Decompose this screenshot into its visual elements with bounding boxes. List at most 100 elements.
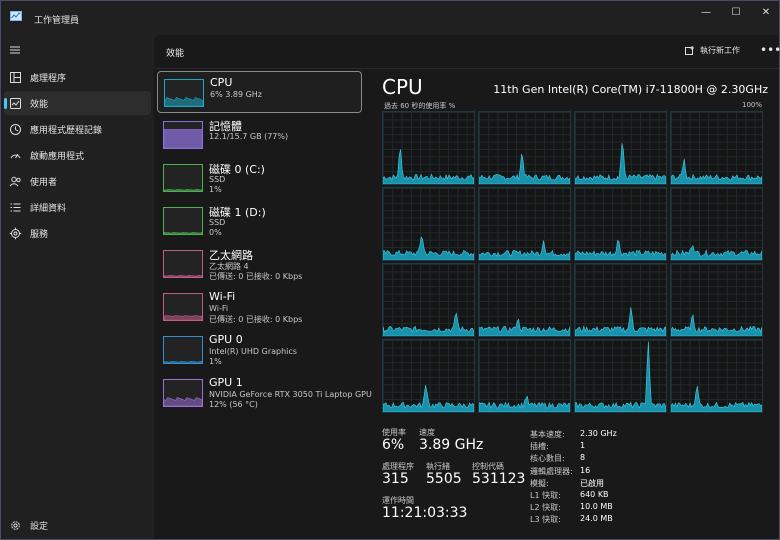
logical-processor-graph xyxy=(478,187,571,261)
window-title: 工作管理員 xyxy=(34,16,80,26)
cpu-model-name: 11th Gen Intel(R) Core(TM) i7-11800H @ 2… xyxy=(493,83,768,96)
device-thumbnail-graph xyxy=(163,121,203,149)
logical-processor-graph xyxy=(574,339,667,413)
logical-processor-graph xyxy=(670,187,763,261)
active-indicator xyxy=(4,98,7,109)
gear-icon xyxy=(11,521,20,530)
spec-label: L1 快取: xyxy=(530,491,561,500)
spec-label: 插槽: xyxy=(530,442,549,452)
uptime-value: 11:21:03:33 xyxy=(382,505,468,521)
details-icon xyxy=(10,203,21,212)
logical-processor-graph xyxy=(382,111,475,185)
logical-processor-graph xyxy=(478,339,571,413)
sidebar-item-processes[interactable]: 處理程序 xyxy=(4,65,151,89)
sidebar-item-label: 詳細資料 xyxy=(30,204,67,214)
speed-value: 3.89 GHz xyxy=(419,437,484,453)
device-detail-line: 12.1/15.7 GB (77%) xyxy=(209,132,289,141)
spec-value: 8 xyxy=(580,453,586,463)
handles-value: 531123 xyxy=(472,471,526,487)
device-detail-line: SSD xyxy=(209,175,226,184)
logical-processor-graph xyxy=(574,187,667,261)
device-detail-line: 已傳送: 0 已接收: 0 Kbps xyxy=(209,272,303,281)
spec-value: 16 xyxy=(580,465,591,475)
device-detail-line: 1% xyxy=(209,357,222,366)
spec-value: 已啟用 xyxy=(580,478,604,488)
device-detail-line: 0% xyxy=(209,228,222,237)
app-history-icon xyxy=(10,124,21,135)
sidebar-item-label: 處理程序 xyxy=(30,74,67,84)
device-thumbnail-graph xyxy=(163,293,203,321)
task-manager-icon xyxy=(10,11,22,21)
device-item[interactable]: Wi-Fi Wi-Fi 已傳送: 0 已接收: 0 Kbps xyxy=(157,286,362,328)
device-thumbnail-graph xyxy=(163,379,203,407)
minimize-button[interactable]: — xyxy=(691,1,721,23)
device-item[interactable]: CPU 6% 3.89 GHz xyxy=(157,71,362,113)
spec-label: 核心數目: xyxy=(530,454,565,464)
logical-processor-graph xyxy=(670,111,763,185)
device-name: CPU xyxy=(210,76,233,89)
performance-icon xyxy=(10,98,21,109)
spec-label: L3 快取: xyxy=(530,515,561,525)
sidebar-item-details[interactable]: 詳細資料 xyxy=(4,195,151,219)
run-new-task-label: 執行新工作 xyxy=(700,46,740,55)
device-thumbnail-graph xyxy=(163,164,203,192)
users-icon xyxy=(9,176,21,187)
graph-max-label: 100% xyxy=(741,101,762,109)
device-detail-line: 已傳送: 0 已接收: 0 Kbps xyxy=(209,315,303,324)
logical-processor-graph xyxy=(382,187,475,261)
device-item[interactable]: 磁碟 1 (D:) SSD 0% xyxy=(157,200,362,242)
sidebar-item-settings[interactable]: 設定 xyxy=(4,513,151,537)
header-divider xyxy=(154,68,779,69)
main-content: 效能 執行新工作 ••• CPU 6% 3.89 GHz 記憶體 12.1/15.7 … xyxy=(154,35,780,539)
device-thumbnail-graph xyxy=(163,336,203,364)
sidebar-item-app-history[interactable]: 應用程式歷程記錄 xyxy=(4,117,151,141)
utilization-value: 6% xyxy=(382,437,405,453)
maximize-button[interactable]: ☐ xyxy=(721,1,751,23)
close-button[interactable]: ✕ xyxy=(751,1,780,23)
device-name: GPU 0 xyxy=(209,333,243,346)
device-thumbnail-graph xyxy=(164,79,204,107)
sidebar-item-services[interactable]: 服務 xyxy=(4,221,151,245)
page-title: 效能 xyxy=(166,49,185,59)
spec-label: 邏輯處理器: xyxy=(530,466,573,476)
sidebar-item-performance[interactable]: 效能 xyxy=(4,91,151,115)
new-task-icon xyxy=(685,45,694,55)
run-new-task-button[interactable]: 執行新工作 xyxy=(685,45,740,56)
sidebar-item-startup-apps[interactable]: 啟動應用程式 xyxy=(4,143,151,167)
sidebar-item-label: 應用程式歷程記錄 xyxy=(30,126,103,136)
logical-processor-graph xyxy=(382,339,475,413)
sidebar-item-label: 效能 xyxy=(30,100,49,110)
device-detail-line: 1% xyxy=(209,185,222,194)
spec-value: 10.0 MB xyxy=(580,502,613,512)
processes-icon xyxy=(10,72,21,83)
hamburger-menu-icon[interactable] xyxy=(9,45,21,55)
logical-processor-graph xyxy=(670,339,763,413)
device-name: Wi-Fi xyxy=(209,290,236,303)
sidebar-item-label: 服務 xyxy=(30,230,49,240)
threads-value: 5505 xyxy=(426,471,462,487)
device-item[interactable]: 磁碟 0 (C:) SSD 1% xyxy=(157,157,362,199)
device-detail-line: SSD xyxy=(209,218,226,227)
device-thumbnail-graph xyxy=(163,250,203,278)
startup-apps-icon xyxy=(10,153,21,159)
device-item[interactable]: 乙太網路 乙太網路 4 已傳送: 0 已接收: 0 Kbps xyxy=(157,243,362,285)
sidebar-item-label: 使用者 xyxy=(30,178,58,188)
spec-value: 1 xyxy=(580,441,586,451)
logical-processor-graph xyxy=(670,263,763,337)
device-item[interactable]: GPU 0 Intel(R) UHD Graphics 1% xyxy=(157,329,362,371)
device-detail-line: 12% (56 °C) xyxy=(209,400,258,409)
detail-title: CPU xyxy=(382,75,423,99)
device-item[interactable]: GPU 1 NVIDIA GeForce RTX 3050 Ti Laptop G… xyxy=(157,372,372,414)
services-icon xyxy=(9,227,22,240)
more-options-button[interactable]: ••• xyxy=(760,43,780,57)
device-detail-line: Wi-Fi xyxy=(209,304,229,313)
spec-value: 2.30 GHz xyxy=(580,429,617,438)
device-item[interactable]: 記憶體 12.1/15.7 GB (77%) xyxy=(157,114,362,156)
spec-value: 24.0 MB xyxy=(580,514,613,524)
logical-processor-graph xyxy=(478,263,571,337)
spec-label: 基本速度: xyxy=(530,430,565,439)
spec-value: 640 KB xyxy=(580,490,609,499)
graph-caption: 過去 60 秒的使用率 % xyxy=(384,102,456,110)
sidebar-item-users[interactable]: 使用者 xyxy=(4,169,151,193)
logical-processor-graph xyxy=(574,111,667,185)
